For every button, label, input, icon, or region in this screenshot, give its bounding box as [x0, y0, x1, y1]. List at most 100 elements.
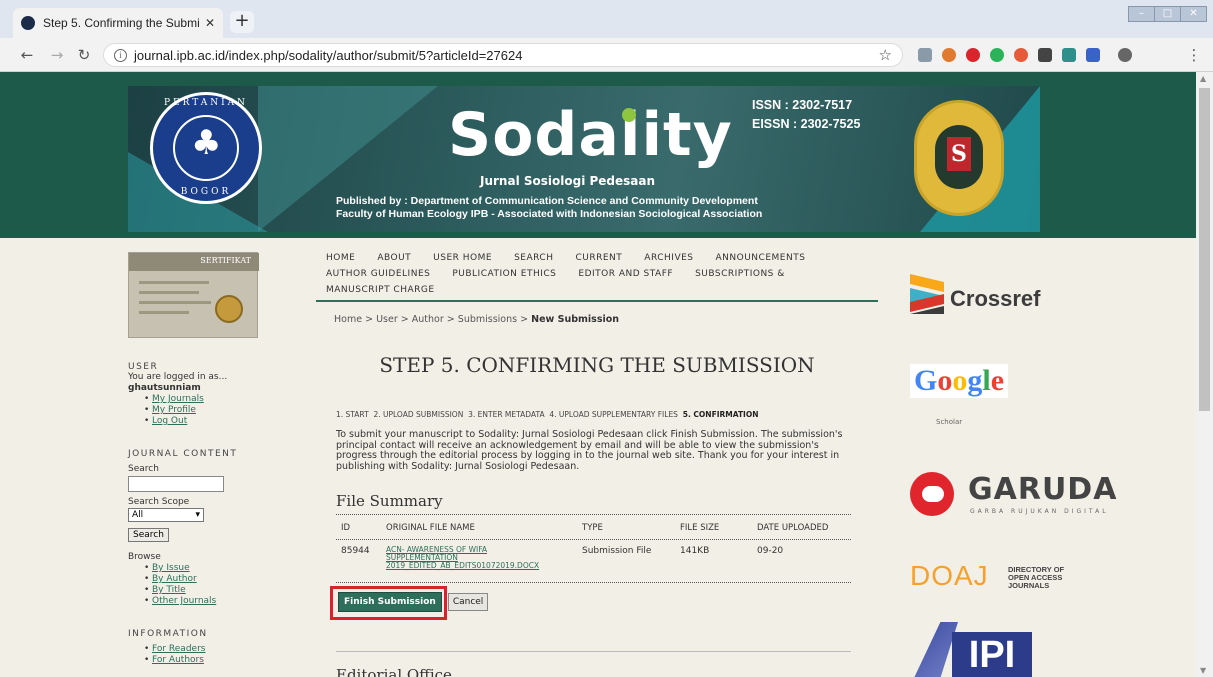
- search-label: Search: [128, 464, 159, 474]
- google-scholar-logo[interactable]: Google: [910, 364, 1009, 398]
- by-author-link[interactable]: By Author: [144, 574, 308, 585]
- browser-tabbar: Step 5. Confirming the Submissio ✕ + – □…: [0, 0, 1213, 38]
- step-confirmation: 5. CONFIRMATION: [682, 410, 759, 419]
- extension-icon[interactable]: [966, 48, 980, 62]
- garuda-logo-icon[interactable]: [910, 472, 954, 516]
- info-links: For Readers For Authors: [128, 644, 308, 666]
- for-authors-link[interactable]: For Authors: [144, 655, 308, 666]
- doaj-logo[interactable]: DOAJ: [910, 560, 989, 592]
- nav-editor-staff[interactable]: EDITOR AND STAFF: [578, 269, 673, 279]
- nav-subscriptions[interactable]: SUBSCRIPTIONS &: [695, 269, 785, 279]
- journal-banner: PERTANIAN ♣ BOGOR Sodality Jurnal Sosiol…: [128, 86, 1040, 232]
- breadcrumb-home[interactable]: Home: [334, 314, 362, 325]
- table-row: 85944 ACN- AWARENESS OF WIFA SUPPLEMENTA…: [336, 540, 851, 574]
- issn-block: ISSN : 2302-7517 EISSN : 2302-7525: [752, 98, 861, 131]
- journal-brand: Sodality: [448, 100, 733, 170]
- crossref-logo[interactable]: Crossref: [950, 286, 1040, 312]
- logged-in-text: You are logged in as...: [128, 372, 228, 382]
- back-arrow-icon[interactable]: ←: [18, 46, 36, 64]
- extension-icon[interactable]: [1014, 48, 1028, 62]
- nav-user-home[interactable]: USER HOME: [433, 253, 492, 263]
- breadcrumb-submissions[interactable]: Submissions: [458, 314, 517, 325]
- menu-dots-icon[interactable]: ⋮: [1185, 46, 1203, 64]
- breadcrumb-current: New Submission: [531, 314, 620, 325]
- extension-icon[interactable]: [990, 48, 1004, 62]
- cancel-button[interactable]: Cancel: [447, 593, 489, 611]
- right-sidebar: Crossref Google Scholar GARUDA GARBA RUJ…: [900, 238, 1140, 677]
- certificate-image[interactable]: SERTIFIKAT: [128, 252, 259, 338]
- my-profile-link[interactable]: My Profile: [144, 405, 308, 416]
- page-scrollbar[interactable]: ▲ ▼: [1196, 72, 1213, 677]
- search-input[interactable]: [128, 476, 224, 492]
- site-info-icon[interactable]: i: [114, 48, 127, 62]
- logout-link[interactable]: Log Out: [144, 416, 308, 427]
- file-link[interactable]: ACN- AWARENESS OF WIFA SUPPLEMENTATION 2…: [386, 546, 582, 570]
- nav-author-guidelines[interactable]: AUTHOR GUIDELINES: [326, 269, 430, 279]
- address-bar[interactable]: i journal.ipb.ac.id/index.php/sodality/a…: [103, 43, 903, 67]
- nav-announcements[interactable]: ANNOUNCEMENTS: [716, 253, 806, 263]
- for-readers-link[interactable]: For Readers: [144, 644, 308, 655]
- file-date: 09-20: [757, 546, 784, 556]
- journal-subtitle: Jurnal Sosiologi Pedesaan: [480, 174, 656, 188]
- step-metadata[interactable]: 3. ENTER METADATA: [468, 410, 544, 419]
- nav-publication-ethics[interactable]: PUBLICATION ETHICS: [452, 269, 556, 279]
- journal-content-title: JOURNAL CONTENT: [128, 449, 238, 459]
- extension-icon[interactable]: [1086, 48, 1100, 62]
- by-issue-link[interactable]: By Issue: [144, 563, 308, 574]
- file-summary-title: File Summary: [336, 492, 443, 510]
- maximize-window-button[interactable]: □: [1154, 6, 1181, 22]
- minimize-window-button[interactable]: –: [1128, 6, 1155, 22]
- nav-manuscript-charge[interactable]: MANUSCRIPT CHARGE: [326, 285, 435, 295]
- breadcrumb-user[interactable]: User: [376, 314, 398, 325]
- breadcrumb-author[interactable]: Author: [412, 314, 444, 325]
- ipb-logo: PERTANIAN ♣ BOGOR: [150, 92, 262, 204]
- other-journals-link[interactable]: Other Journals: [144, 596, 308, 607]
- scroll-down-icon[interactable]: ▼: [1200, 666, 1206, 675]
- step-supplementary[interactable]: 4. UPLOAD SUPPLEMENTARY FILES: [549, 410, 678, 419]
- google-scholar-sub: Scholar: [936, 418, 963, 426]
- garuda-sub: GARBA RUJUKAN DIGITAL: [970, 508, 1109, 515]
- scroll-up-icon[interactable]: ▲: [1200, 74, 1206, 83]
- username: ghautsunniam: [128, 383, 201, 393]
- garuda-logo[interactable]: GARUDA: [968, 472, 1117, 507]
- table-header: ID ORIGINAL FILE NAME TYPE FILE SIZE DAT…: [341, 523, 829, 533]
- step-start[interactable]: 1. START: [336, 410, 369, 419]
- editorial-office-title: Editorial Office: [336, 666, 452, 677]
- site-favicon-icon: [21, 16, 35, 30]
- new-tab-button[interactable]: +: [230, 11, 254, 33]
- scroll-thumb[interactable]: [1199, 88, 1210, 411]
- nav-home[interactable]: HOME: [326, 253, 355, 263]
- nav-about[interactable]: ABOUT: [377, 253, 411, 263]
- reload-icon[interactable]: ↻: [75, 46, 93, 64]
- browse-label: Browse: [128, 552, 161, 562]
- bookmark-star-icon[interactable]: ☆: [879, 46, 892, 64]
- main-content: HOME ABOUT USER HOME SEARCH CURRENT ARCHIVES A…: [316, 238, 878, 677]
- extension-icon[interactable]: [1062, 48, 1076, 62]
- nav-archives[interactable]: ARCHIVES: [644, 253, 693, 263]
- step-upload[interactable]: 2. UPLOAD SUBMISSION: [373, 410, 463, 419]
- file-size: 141KB: [680, 546, 710, 556]
- forward-arrow-icon[interactable]: →: [48, 46, 66, 64]
- crossref-logo-icon[interactable]: [910, 274, 944, 314]
- search-button[interactable]: Search: [128, 528, 169, 542]
- ipi-logo[interactable]: IPI: [914, 622, 1034, 677]
- browser-toolbar: ← → ↻ i journal.ipb.ac.id/index.php/soda…: [0, 38, 1213, 72]
- search-scope-select[interactable]: All: [128, 508, 204, 522]
- nav-current[interactable]: CURRENT: [575, 253, 622, 263]
- extension-icon[interactable]: [942, 48, 956, 62]
- submission-steps: 1. START 2. UPLOAD SUBMISSION 3. ENTER M…: [336, 410, 759, 419]
- profile-avatar-icon[interactable]: [1118, 48, 1132, 62]
- nav-search[interactable]: SEARCH: [514, 253, 553, 263]
- by-title-link[interactable]: By Title: [144, 585, 308, 596]
- tab-title: Step 5. Confirming the Submissio: [43, 16, 199, 30]
- my-journals-link[interactable]: My Journals: [144, 394, 308, 405]
- close-tab-icon[interactable]: ✕: [205, 16, 215, 30]
- extension-icon[interactable]: [1038, 48, 1052, 62]
- extension-icon[interactable]: [918, 48, 932, 62]
- browse-links: By Issue By Author By Title Other Journa…: [128, 563, 308, 607]
- left-sidebar: SERTIFIKAT USER You are logged in as... …: [128, 252, 308, 666]
- browser-tab[interactable]: Step 5. Confirming the Submissio ✕: [13, 8, 223, 38]
- close-window-button[interactable]: ✕: [1180, 6, 1207, 22]
- breadcrumb: Home > User > Author > Submissions > New…: [334, 314, 620, 325]
- user-block-title: USER: [128, 362, 159, 372]
